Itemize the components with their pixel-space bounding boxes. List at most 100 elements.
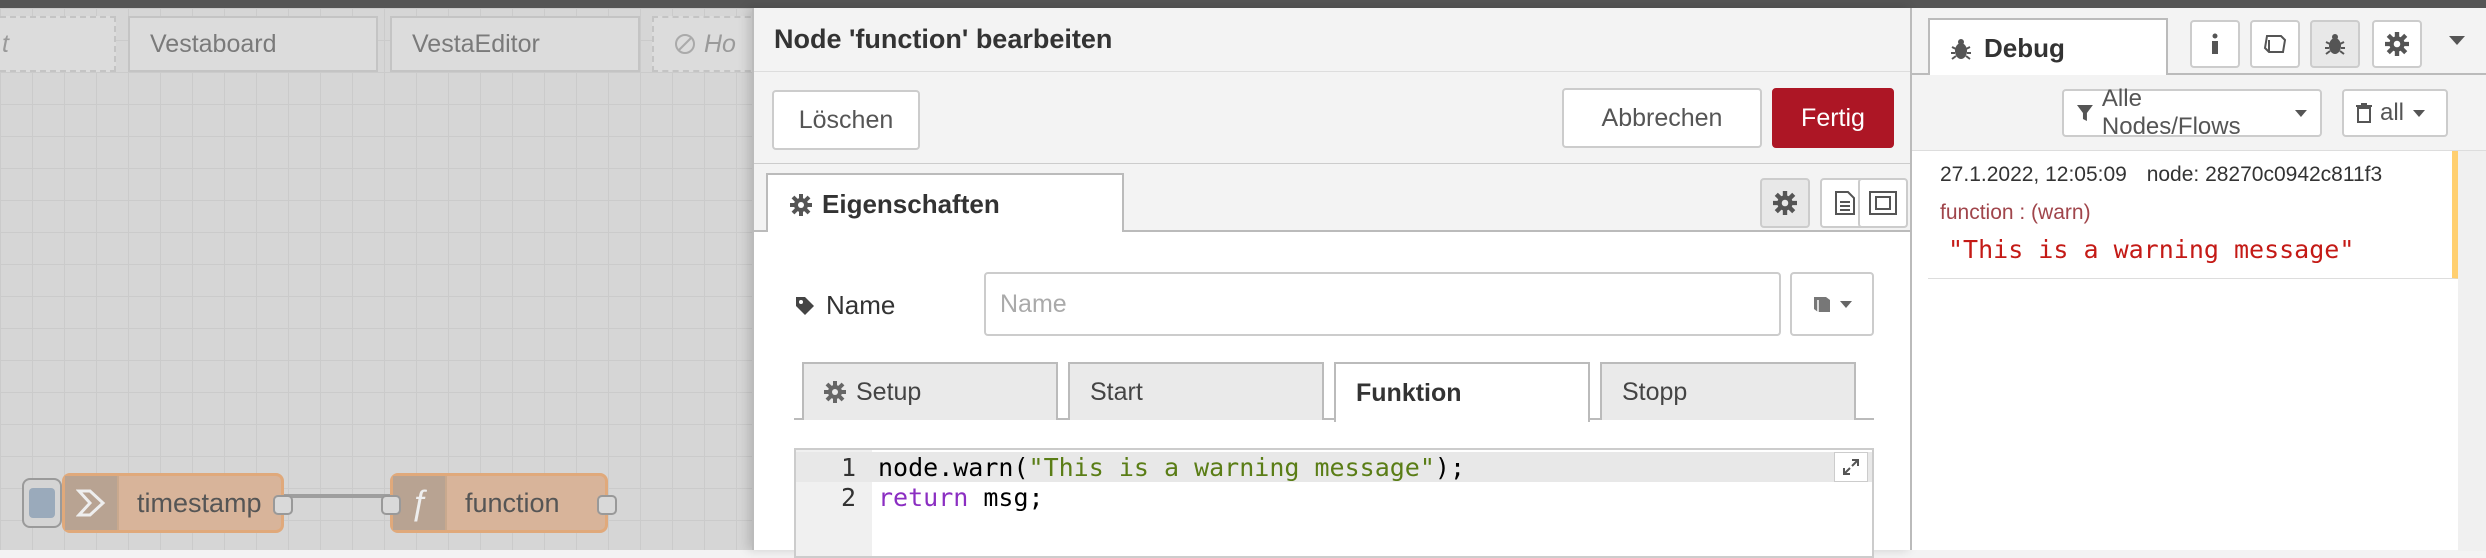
tab-stop[interactable]: Stopp [1600,362,1856,420]
clear-dropdown[interactable]: all [2342,89,2448,137]
expand-icon [1843,459,1859,475]
sidebar-header: Debug [1912,8,2486,77]
caret-down-icon [1840,301,1852,308]
bug-icon [1951,38,1971,60]
gear-icon [790,193,812,216]
tab-start-label: Start [1090,377,1143,406]
disabled-icon [675,34,695,54]
tab-stop-label: Stopp [1622,377,1688,406]
settings-tab-button[interactable] [1760,178,1810,228]
tag-icon [796,296,814,315]
code-token: msg; [968,482,1044,512]
name-label-text: Name [826,290,896,320]
code-line[interactable]: 1 node.warn("This is a warning message")… [796,452,1872,482]
edit-tray: Node 'function' bearbeiten Löschen Abbre… [752,8,1912,558]
node-wire[interactable] [280,494,390,498]
tab-properties[interactable]: Eigenschaften [766,173,1124,234]
function-f-icon: ƒ [409,483,429,522]
sidebar: Debug Alle Nodes/Flows all 27.1.2022, 12… [1912,8,2486,551]
debug-message-topic: function : (warn) [1940,201,2091,224]
caret-down-icon [2295,110,2308,117]
cancel-button[interactable]: Abbrechen [1562,88,1762,148]
icon-select-button[interactable] [1790,272,1874,336]
code-text: node.warn("This is a warning message"); [878,453,1465,482]
arrow-right-icon [76,489,106,517]
workspace-tab-partial[interactable]: t [0,16,116,72]
top-header-bar [0,0,2486,8]
line-number: 1 [840,452,856,482]
code-line[interactable]: 2 return msg; [796,482,1872,512]
workspace-tab-label: Ho [704,29,736,58]
tab-debug[interactable]: Debug [1928,18,2168,77]
tab-start[interactable]: Start [1068,362,1324,420]
filter-icon [2076,105,2093,121]
output-port[interactable] [597,495,617,515]
node-timestamp[interactable]: timestamp [62,473,293,533]
info-icon [2212,33,2218,54]
code-string-token: "This is a warning message" [1028,452,1435,482]
code-token: ); [1434,452,1466,482]
gear-icon [2385,32,2409,56]
tab-debug-label: Debug [1984,33,2065,63]
trash-icon [2356,103,2372,123]
filter-dropdown-label: Alle Nodes/Flows [2101,85,2241,140]
config-tab-button[interactable] [2372,20,2422,68]
workspace-tab-disabled[interactable]: Ho [652,16,752,72]
node-function[interactable]: ƒ function [381,473,617,533]
filter-dropdown[interactable]: Alle Nodes/Flows [2062,85,2322,140]
file-text-icon [1835,191,1855,215]
tab-properties-label: Eigenschaften [822,189,1000,219]
sidebar-scrollbar[interactable] [2458,151,2486,551]
tab-function[interactable]: Funktion [1334,362,1590,422]
input-port[interactable] [381,495,401,515]
book-icon [1814,297,1830,312]
output-port[interactable] [273,495,293,515]
debug-message-body: "This is a warning message" [1948,235,2355,264]
appearance-tab-button[interactable] [1858,178,1908,228]
flow-workspace[interactable]: t Vestaboard VestaEditor Ho timestamp ƒ … [0,8,752,550]
debug-message[interactable]: 27.1.2022, 12:05:09 node: 28270c0942c811… [1928,151,2462,279]
help-tab-button[interactable] [2250,20,2300,68]
node-label: function [465,487,560,518]
code-token: node.warn( [878,452,1029,482]
function-tabs: Setup Start Funktion Stopp [794,362,1874,422]
code-keyword-token: return [878,482,969,512]
clear-dropdown-label: all [2380,99,2405,126]
name-input[interactable] [984,272,1781,336]
node-label: timestamp [137,487,262,518]
code-text: return msg; [878,483,1044,512]
tab-setup-label: Setup [856,377,922,406]
debug-tab-button[interactable] [2310,20,2360,68]
debug-message-timestamp: 27.1.2022, 12:05:09 [1940,163,2127,186]
workspace-tab-vestaeditor[interactable]: VestaEditor [390,16,640,72]
inject-node-icon-area [65,476,119,530]
expand-editor-button[interactable] [1834,452,1868,482]
tray-title: Node 'function' bearbeiten [774,24,1113,54]
gear-icon [1773,191,1797,215]
delete-button[interactable]: Löschen [772,90,920,150]
info-tab-button[interactable] [2190,20,2240,68]
tab-function-label: Funktion [1356,378,1462,407]
caret-down-icon [2449,36,2465,45]
name-field-label: Name [794,290,895,321]
inject-trigger-button[interactable] [22,478,62,528]
caret-down-icon [2413,110,2426,117]
tab-setup[interactable]: Setup [802,362,1058,420]
node-appearance-icon [1869,191,1897,215]
bug-icon [2325,34,2345,55]
workspace-tab-label: VestaEditor [412,29,540,58]
sidebar-menu-button[interactable] [2448,34,2466,46]
gear-icon [824,381,846,403]
tray-header: Node 'function' bearbeiten [754,8,1910,72]
tray-body: Name Setup [754,232,1910,558]
line-number: 2 [840,482,856,512]
workspace-tab-vestaboard[interactable]: Vestaboard [128,16,378,72]
tray-toolbar: Löschen Abbrechen Fertig [754,72,1910,164]
workspace-tab-label: t [2,29,9,58]
debug-message-node[interactable]: node: 28270c0942c811f3 [2147,163,2383,186]
code-editor[interactable]: 1 node.warn("This is a warning message")… [794,448,1874,558]
debug-message-meta: 27.1.2022, 12:05:09 node: 28270c0942c811… [1940,163,2382,187]
done-button[interactable]: Fertig [1772,88,1894,148]
function-node-icon-area: ƒ [393,476,447,530]
workspace-tab-label: Vestaboard [150,29,277,58]
